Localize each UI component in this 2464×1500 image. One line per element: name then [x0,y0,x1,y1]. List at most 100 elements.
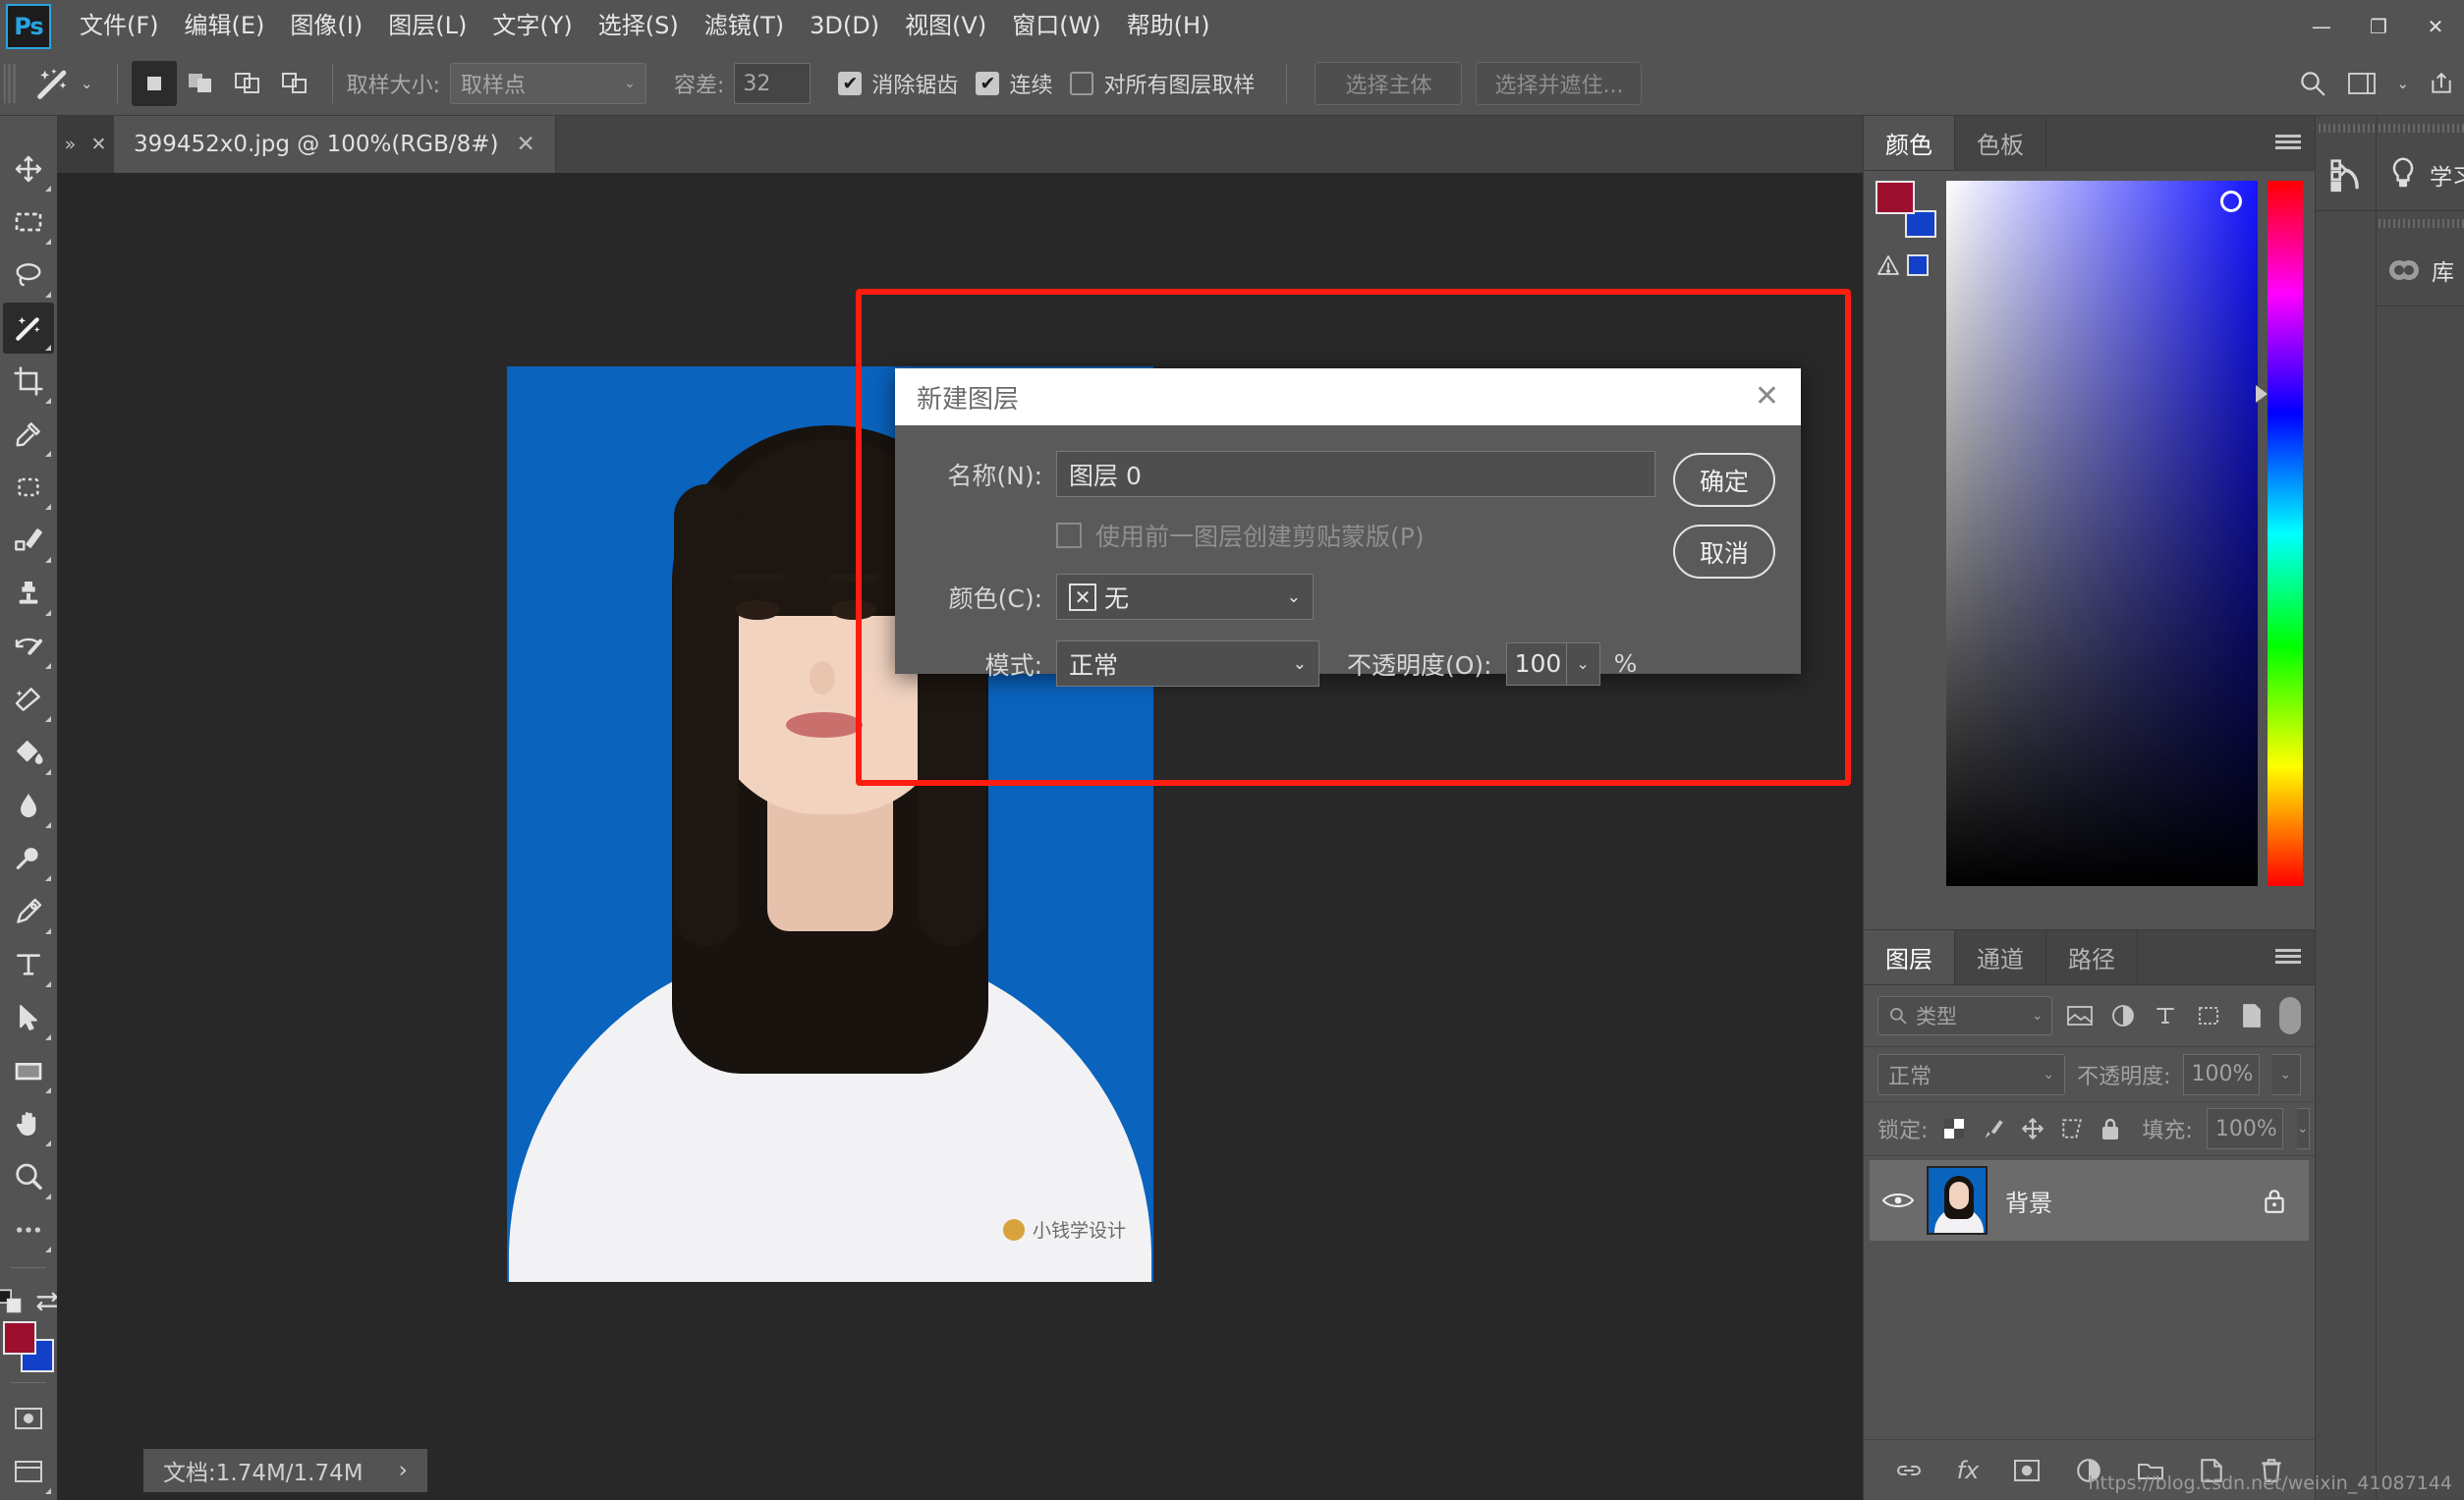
menu-edit[interactable]: 编辑(E) [172,0,278,52]
active-tool-preview[interactable]: ⌄ [24,64,103,103]
maximize-button[interactable]: ❐ [2350,0,2407,52]
layer-opacity-input[interactable]: 100% [2182,1053,2260,1095]
history-icon[interactable] [2316,139,2376,210]
canvas-area[interactable]: 小钱学设计 [57,173,1863,1441]
crop-tool[interactable] [3,356,54,407]
close-panel-icon[interactable]: ✕ [90,134,106,155]
tab-layers[interactable]: 图层 [1864,930,1955,984]
new-layer-dialog[interactable]: 新建图层 ✕ 名称(N): 图层 0 使用前一图层创建剪贴蒙版(P) 颜色(C)… [895,368,1801,687]
link-layers-icon[interactable] [1894,1458,1924,1483]
layer-color-select[interactable]: ✕ 无 ⌄ [1056,574,1314,620]
layer-visibility-icon[interactable] [1870,1188,1927,1213]
lock-position-icon[interactable] [2020,1114,2045,1143]
color-panel-swatch-pair[interactable] [1876,181,1936,238]
blur-tool[interactable] [3,780,54,831]
gamut-alt-swatch[interactable] [1907,254,1929,276]
libraries-panel-grip[interactable] [2377,211,2464,235]
rail-grip[interactable] [2316,116,2376,139]
antialias-checkbox[interactable]: ✔ [838,72,863,95]
libraries-panel-button[interactable]: 库 [2377,235,2464,306]
color-field-cursor[interactable] [2220,191,2243,212]
menu-image[interactable]: 图像(I) [277,0,375,52]
eraser-tool[interactable] [3,674,54,725]
status-expand-icon[interactable]: › [399,1458,408,1483]
brush-tool[interactable] [3,515,54,566]
document-tab[interactable]: 399452x0.jpg @ 100%(RGB/8#) ✕ [114,116,556,173]
cancel-button[interactable]: 取消 [1673,525,1775,579]
quick-mask-button[interactable] [3,1393,54,1444]
close-button[interactable]: ✕ [2407,0,2464,52]
search-icon[interactable] [2298,69,2327,98]
intersect-selection-button[interactable] [273,61,318,106]
layer-name[interactable]: 背景 [2005,1184,2052,1218]
options-bar-grip[interactable] [4,64,18,103]
dialog-close-icon[interactable]: ✕ [1755,382,1779,412]
layer-opacity-chevron-icon[interactable]: ⌄ [2270,1053,2301,1095]
blend-mode-select[interactable]: 正常 ⌄ [1056,640,1319,687]
collapsed-panel-strip[interactable]: » ✕ [57,116,114,173]
history-brush-tool[interactable] [3,621,54,672]
hue-slider-marker-icon[interactable] [2256,385,2268,403]
move-tool[interactable] [3,143,54,194]
menu-layer[interactable]: 图层(L) [375,0,479,52]
menu-3d[interactable]: 3D(D) [797,0,892,52]
workspace-chevron-icon[interactable]: ⌄ [2396,75,2409,92]
learn-panel-grip[interactable] [2377,116,2464,139]
more-tools-button[interactable] [3,1204,54,1255]
menu-file[interactable]: 文件(F) [67,0,172,52]
layer-locked-icon[interactable] [2262,1187,2287,1214]
status-bar-content[interactable]: 文档:1.74M/1.74M › [143,1449,427,1492]
antialias-checkbox-row[interactable]: ✔ 消除锯齿 [838,68,958,99]
filter-enable-toggle[interactable] [2279,997,2302,1034]
layer-mask-icon[interactable] [2012,1458,2042,1483]
expand-panels-icon[interactable]: » [65,134,77,155]
pixel-filter-icon[interactable] [2066,1001,2096,1030]
tab-channels[interactable]: 通道 [1955,930,2046,984]
layer-filter-select[interactable]: 类型 ⌄ [1877,996,2052,1035]
layer-fill-input[interactable]: 100% [2206,1108,2283,1149]
menu-select[interactable]: 选择(S) [586,0,692,52]
color-field[interactable] [1946,181,2259,886]
new-selection-button[interactable] [131,61,177,106]
select-subject-button[interactable]: 选择主体 [1315,62,1463,105]
shape-filter-icon[interactable] [2194,1001,2223,1030]
tool-preset-chevron-icon[interactable]: ⌄ [81,75,93,92]
out-of-gamut-warning[interactable] [1876,253,1936,277]
path-selection-tool[interactable] [3,992,54,1043]
tolerance-input[interactable]: 32 [734,63,812,104]
opacity-stepper-chevron-icon[interactable]: ⌄ [1566,641,1600,686]
clipping-mask-checkbox[interactable] [1056,523,1082,548]
menu-window[interactable]: 窗口(W) [999,0,1113,52]
layer-name-input[interactable]: 图层 0 [1056,451,1655,497]
lock-image-pixels-icon[interactable] [1981,1114,2006,1143]
menu-view[interactable]: 视图(V) [892,0,999,52]
rectangle-tool[interactable] [3,1045,54,1096]
learn-panel-button[interactable]: 学习 [2377,139,2464,210]
dialog-clipping-row[interactable]: 使用前一图层创建剪贴蒙版(P) [923,518,1773,553]
color-swatches[interactable] [3,1321,54,1372]
layer-fill-chevron-icon[interactable]: ⌄ [2296,1108,2310,1149]
default-colors-icon[interactable] [0,1288,24,1315]
layer-blend-mode-select[interactable]: 正常 ⌄ [1877,1053,2066,1095]
lock-transparent-pixels-icon[interactable] [1941,1114,1967,1143]
type-filter-icon[interactable] [2152,1001,2181,1030]
tab-paths[interactable]: 路径 [2046,930,2138,984]
subtract-from-selection-button[interactable] [226,61,271,106]
layer-thumbnail[interactable] [1927,1166,1988,1235]
minimize-button[interactable]: — [2293,0,2350,52]
menu-type[interactable]: 文字(Y) [479,0,585,52]
close-document-icon[interactable]: ✕ [517,132,535,157]
select-and-mask-button[interactable]: 选择并遮住... [1476,62,1643,105]
lock-all-icon[interactable] [2099,1114,2122,1143]
layer-row-background[interactable]: 背景 [1870,1160,2309,1241]
marquee-tool[interactable] [3,196,54,248]
layer-style-icon[interactable]: fx [1957,1457,1980,1484]
magic-wand-tool[interactable] [3,303,54,354]
zoom-tool[interactable] [3,1151,54,1202]
panel-menu-icon[interactable] [2275,948,2301,967]
adjustment-filter-icon[interactable] [2108,1001,2138,1030]
hue-strip[interactable] [2256,181,2303,886]
tab-color[interactable]: 颜色 [1864,116,1955,170]
sample-all-layers-checkbox[interactable] [1070,72,1094,95]
workspace-icon[interactable] [2347,71,2377,96]
